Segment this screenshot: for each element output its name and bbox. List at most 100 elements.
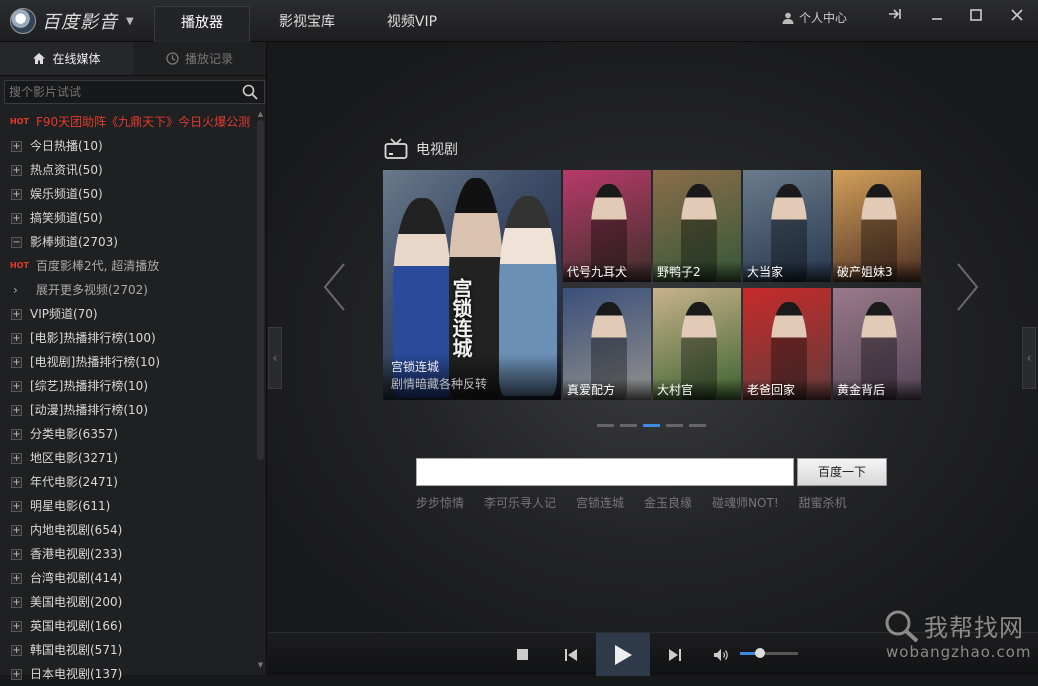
sidebar-item[interactable]: + [电影]热播排行榜(100): [0, 326, 256, 350]
poster-thumb[interactable]: 大村官: [653, 288, 741, 400]
scrollbar-thumb[interactable]: [257, 120, 264, 460]
expand-icon[interactable]: +: [11, 645, 22, 656]
sidebar-item[interactable]: + 日本电视剧(137): [0, 662, 256, 686]
carousel-next-button[interactable]: [954, 262, 980, 323]
tab-online-media[interactable]: 在线媒体: [0, 42, 133, 75]
sidebar-item[interactable]: + 娱乐频道(50): [0, 182, 256, 206]
expand-icon[interactable]: +: [11, 141, 22, 152]
sidebar-item[interactable]: + 英国电视剧(166): [0, 614, 256, 638]
expand-icon[interactable]: +: [11, 381, 22, 392]
hot-keyword-link[interactable]: 李可乐寻人记: [484, 494, 556, 511]
sidebar-item[interactable]: + 年代电影(2471): [0, 470, 256, 494]
hot-keyword-link[interactable]: 金玉良缘: [644, 494, 692, 511]
sidebar-item[interactable]: HOT F90天团助阵《九鼎天下》今日火爆公测: [0, 110, 256, 134]
expand-icon[interactable]: +: [11, 429, 22, 440]
minimize-button[interactable]: [926, 6, 948, 26]
poster-thumb[interactable]: 老爸回家: [743, 288, 831, 400]
sidebar-item[interactable]: + [综艺]热播排行榜(10): [0, 374, 256, 398]
sidebar-item[interactable]: + 韩国电视剧(571): [0, 638, 256, 662]
search-icon[interactable]: [242, 84, 258, 100]
baidu-search-button[interactable]: 百度一下: [797, 458, 887, 486]
maximize-button[interactable]: [965, 6, 987, 26]
sidebar-item[interactable]: + 内地电视剧(654): [0, 518, 256, 542]
tab-player[interactable]: 播放器: [154, 6, 250, 42]
sidebar-item[interactable]: + [电视剧]热播排行榜(10): [0, 350, 256, 374]
sidebar-item[interactable]: + 热点资讯(50): [0, 158, 256, 182]
expand-icon[interactable]: +: [11, 477, 22, 488]
expand-icon[interactable]: +: [11, 549, 22, 560]
poster-thumb[interactable]: 黄金背后: [833, 288, 921, 400]
sidebar-search-input[interactable]: [5, 81, 225, 103]
hot-keyword-link[interactable]: 宫锁连城: [576, 494, 624, 511]
user-center-button[interactable]: 个人中心: [782, 9, 847, 26]
expand-icon[interactable]: +: [11, 573, 22, 584]
featured-caption: 宫锁连城 剧情暗藏各种反转: [383, 354, 561, 400]
expand-icon[interactable]: +: [11, 597, 22, 608]
pin-button[interactable]: [884, 6, 906, 26]
expand-icon[interactable]: +: [11, 621, 22, 632]
collapse-icon[interactable]: −: [11, 237, 22, 248]
close-button[interactable]: [1006, 6, 1028, 26]
main-search-input[interactable]: [417, 459, 793, 485]
expand-icon[interactable]: +: [11, 501, 22, 512]
tab-play-history-label: 播放记录: [184, 52, 233, 66]
carousel-dot[interactable]: [643, 424, 660, 427]
carousel-dot[interactable]: [620, 424, 637, 427]
expand-icon[interactable]: +: [11, 213, 22, 224]
sidebar-item[interactable]: + 地区电影(3271): [0, 446, 256, 470]
sidebar-scrollbar[interactable]: ▲ ▼: [256, 110, 265, 670]
expand-icon[interactable]: +: [11, 165, 22, 176]
expand-icon[interactable]: +: [11, 525, 22, 536]
sidebar-item[interactable]: + 明星电影(611): [0, 494, 256, 518]
volume-button[interactable]: [712, 633, 730, 676]
stop-button[interactable]: [512, 633, 532, 676]
sidebar-item[interactable]: › 展开更多视频(2702): [0, 278, 256, 302]
expand-icon[interactable]: +: [11, 309, 22, 320]
scroll-up-icon[interactable]: ▲: [256, 110, 265, 118]
play-icon: [615, 644, 632, 665]
poster-thumb[interactable]: 大当家: [743, 170, 831, 282]
volume-slider[interactable]: [740, 648, 798, 658]
sidebar-item[interactable]: + 美国电视剧(200): [0, 590, 256, 614]
hot-keyword-link[interactable]: 步步惊情: [416, 494, 464, 511]
expand-right-handle[interactable]: ‹: [1022, 327, 1036, 389]
sidebar-item[interactable]: HOT 百度影棒2代, 超清播放: [0, 254, 256, 278]
carousel-dot[interactable]: [689, 424, 706, 427]
hot-keyword-link[interactable]: 碰魂师NOT!: [712, 494, 779, 511]
previous-button[interactable]: [560, 633, 582, 676]
poster-thumb[interactable]: 代号九耳犬: [563, 170, 651, 282]
play-button[interactable]: [596, 633, 650, 676]
poster-thumb[interactable]: 破产姐妹3: [833, 170, 921, 282]
carousel-dot[interactable]: [666, 424, 683, 427]
tab-library[interactable]: 影视宝库: [262, 6, 352, 42]
carousel-dot[interactable]: [597, 424, 614, 427]
sidebar-item-label: 地区电影(3271): [30, 451, 118, 465]
expand-icon[interactable]: +: [11, 333, 22, 344]
poster-thumb[interactable]: 野鸭子2: [653, 170, 741, 282]
expand-icon[interactable]: +: [11, 189, 22, 200]
sidebar-item[interactable]: + VIP频道(70): [0, 302, 256, 326]
sidebar-item[interactable]: + 台湾电视剧(414): [0, 566, 256, 590]
scroll-down-icon[interactable]: ▼: [256, 661, 265, 669]
poster-thumb[interactable]: 真爱配方: [563, 288, 651, 400]
expand-icon[interactable]: +: [11, 453, 22, 464]
sidebar-item[interactable]: + [动漫]热播排行榜(10): [0, 398, 256, 422]
carousel-prev-button[interactable]: [322, 262, 348, 323]
tab-online-media-label: 在线媒体: [52, 52, 101, 66]
featured-poster[interactable]: 宫锁连城 宫锁连城 剧情暗藏各种反转: [383, 170, 561, 400]
tab-play-history[interactable]: 播放记录: [133, 42, 266, 75]
app-logo[interactable]: 百度影音 ▼: [10, 8, 134, 34]
sidebar-item[interactable]: + 搞笑频道(50): [0, 206, 256, 230]
sidebar-item[interactable]: + 分类电影(6357): [0, 422, 256, 446]
expand-icon[interactable]: +: [11, 357, 22, 368]
tab-vip[interactable]: 视频VIP: [368, 6, 456, 42]
sidebar-item[interactable]: + 今日热播(10): [0, 134, 256, 158]
next-button[interactable]: [664, 633, 686, 676]
hot-keyword-link[interactable]: 甜蜜杀机: [799, 494, 847, 511]
poster-title: 野鸭子2: [653, 261, 741, 282]
sidebar-item[interactable]: − 影棒频道(2703): [0, 230, 256, 254]
sidebar-item[interactable]: + 香港电视剧(233): [0, 542, 256, 566]
collapse-sidebar-handle[interactable]: ‹: [268, 327, 282, 389]
volume-knob[interactable]: [755, 648, 766, 658]
expand-icon[interactable]: +: [11, 405, 22, 416]
